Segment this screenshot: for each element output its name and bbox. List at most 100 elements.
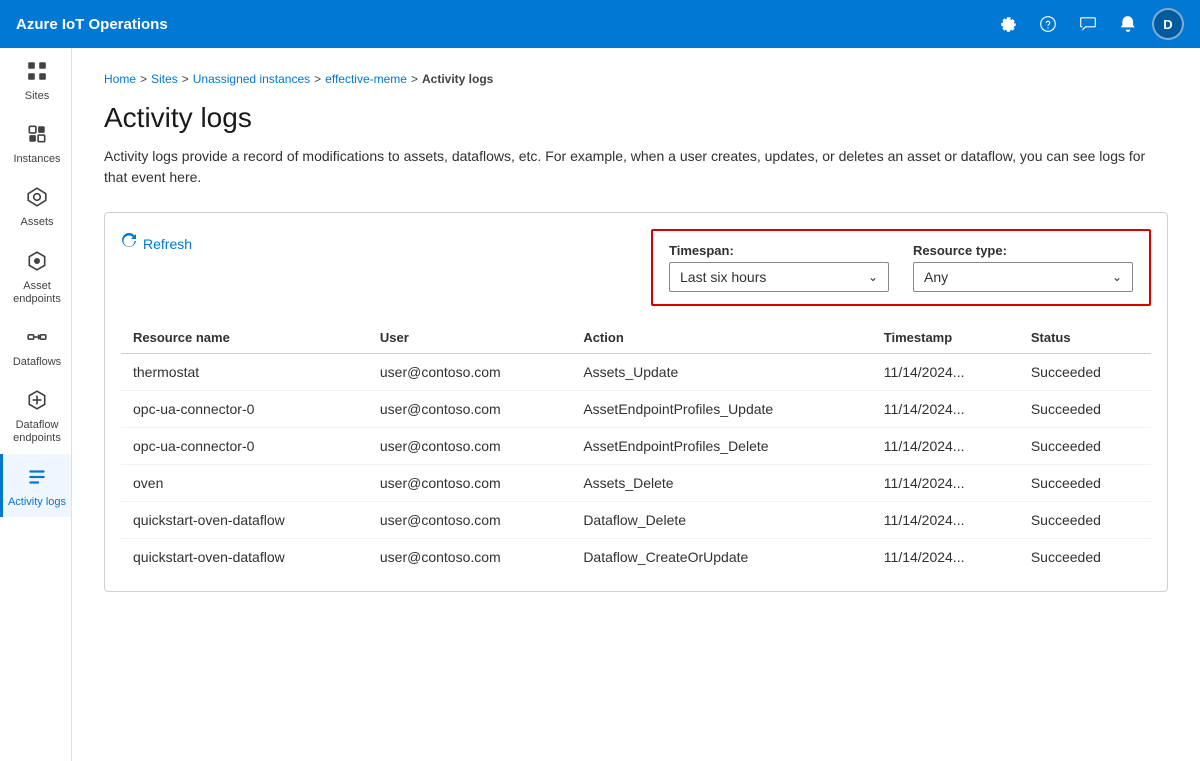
breadcrumb-sites[interactable]: Sites	[151, 72, 178, 86]
cell-timestamp: 11/14/2024...	[872, 465, 1019, 502]
page-description: Activity logs provide a record of modifi…	[104, 146, 1168, 188]
col-action: Action	[571, 322, 871, 354]
breadcrumb-sep-4: >	[411, 72, 418, 86]
cell-user: user@contoso.com	[368, 391, 571, 428]
cell-status: Succeeded	[1019, 539, 1151, 576]
cell-resource-name[interactable]: opc-ua-connector-0	[121, 428, 368, 465]
cell-status: Succeeded	[1019, 428, 1151, 465]
sidebar-item-instances-label: Instances	[13, 153, 60, 166]
cell-resource-name[interactable]: quickstart-oven-dataflow	[121, 539, 368, 576]
breadcrumb: Home > Sites > Unassigned instances > ef…	[104, 72, 1168, 86]
breadcrumb-home[interactable]: Home	[104, 72, 136, 86]
main-content: Home > Sites > Unassigned instances > ef…	[72, 48, 1200, 761]
col-resource-name: Resource name	[121, 322, 368, 354]
cell-user: user@contoso.com	[368, 354, 571, 391]
table-row: quickstart-oven-dataflow user@contoso.co…	[121, 539, 1151, 576]
nav-icons: D	[992, 8, 1184, 40]
sidebar-item-activity-logs[interactable]: Activity logs	[0, 454, 71, 517]
table-toolbar: Refresh Timespan: Last six hours ⌄ Resou…	[121, 229, 1151, 306]
activity-logs-icon	[26, 466, 48, 492]
table-row: opc-ua-connector-0 user@contoso.com Asse…	[121, 391, 1151, 428]
resource-type-select[interactable]: Any ⌄	[913, 262, 1133, 292]
sidebar-item-activity-logs-label: Activity logs	[8, 496, 66, 509]
cell-timestamp: 11/14/2024...	[872, 354, 1019, 391]
page-title: Activity logs	[104, 102, 1168, 134]
table-card: Refresh Timespan: Last six hours ⌄ Resou…	[104, 212, 1168, 592]
settings-icon[interactable]	[992, 8, 1024, 40]
user-avatar[interactable]: D	[1152, 8, 1184, 40]
help-icon[interactable]	[1032, 8, 1064, 40]
sidebar-item-dataflow-endpoints-label: Dataflow endpoints	[7, 419, 67, 445]
table-row: opc-ua-connector-0 user@contoso.com Asse…	[121, 428, 1151, 465]
timespan-filter: Timespan: Last six hours ⌄	[669, 243, 889, 292]
table-row: thermostat user@contoso.com Assets_Updat…	[121, 354, 1151, 391]
sidebar-item-asset-endpoints-label: Asset endpoints	[7, 280, 67, 306]
asset-endpoints-icon	[26, 250, 48, 276]
top-nav: Azure IoT Operations D	[0, 0, 1200, 48]
col-status: Status	[1019, 322, 1151, 354]
feedback-icon[interactable]	[1072, 8, 1104, 40]
cell-resource-name[interactable]: opc-ua-connector-0	[121, 391, 368, 428]
sidebar-item-assets-label: Assets	[20, 216, 53, 229]
breadcrumb-sep-1: >	[140, 72, 147, 86]
cell-status: Succeeded	[1019, 354, 1151, 391]
resource-type-label: Resource type:	[913, 243, 1133, 258]
sidebar-item-dataflows-label: Dataflows	[13, 356, 61, 369]
notification-icon[interactable]	[1112, 8, 1144, 40]
cell-action: Assets_Delete	[571, 465, 871, 502]
table-row: quickstart-oven-dataflow user@contoso.co…	[121, 502, 1151, 539]
timespan-value: Last six hours	[680, 269, 766, 285]
cell-action: AssetEndpointProfiles_Delete	[571, 428, 871, 465]
cell-user: user@contoso.com	[368, 539, 571, 576]
resource-type-value: Any	[924, 269, 948, 285]
sidebar: Sites Instances Assets Asset endpoints D…	[0, 48, 72, 761]
cell-resource-name[interactable]: quickstart-oven-dataflow	[121, 502, 368, 539]
app-body: Sites Instances Assets Asset endpoints D…	[0, 48, 1200, 761]
resource-type-filter: Resource type: Any ⌄	[913, 243, 1133, 292]
timespan-chevron-icon: ⌄	[868, 270, 878, 284]
table-row: oven user@contoso.com Assets_Delete 11/1…	[121, 465, 1151, 502]
breadcrumb-effective-meme[interactable]: effective-meme	[325, 72, 407, 86]
refresh-button[interactable]: Refresh	[121, 229, 192, 258]
sidebar-item-assets[interactable]: Assets	[0, 174, 71, 237]
breadcrumb-sep-3: >	[314, 72, 321, 86]
cell-action[interactable]: Dataflow_CreateOrUpdate	[571, 539, 871, 576]
cell-action: Assets_Update	[571, 354, 871, 391]
cell-action: AssetEndpointProfiles_Update	[571, 391, 871, 428]
sidebar-item-dataflow-endpoints[interactable]: Dataflow endpoints	[0, 377, 71, 453]
cell-timestamp: 11/14/2024...	[872, 428, 1019, 465]
timespan-label: Timespan:	[669, 243, 889, 258]
sidebar-item-sites-label: Sites	[25, 90, 49, 103]
app-title: Azure IoT Operations	[16, 16, 992, 33]
activity-logs-table: Resource name User Action Timestamp Stat…	[121, 322, 1151, 575]
sites-icon	[26, 60, 48, 86]
refresh-label: Refresh	[143, 236, 192, 252]
col-user: User	[368, 322, 571, 354]
dataflows-icon	[26, 326, 48, 352]
cell-status: Succeeded	[1019, 465, 1151, 502]
sidebar-item-sites[interactable]: Sites	[0, 48, 71, 111]
resource-type-chevron-icon: ⌄	[1112, 270, 1122, 284]
sidebar-item-dataflows[interactable]: Dataflows	[0, 314, 71, 377]
sidebar-item-instances[interactable]: Instances	[0, 111, 71, 174]
breadcrumb-unassigned[interactable]: Unassigned instances	[193, 72, 310, 86]
cell-user: user@contoso.com	[368, 428, 571, 465]
assets-icon	[26, 186, 48, 212]
cell-resource-name[interactable]: oven	[121, 465, 368, 502]
cell-status: Succeeded	[1019, 391, 1151, 428]
cell-timestamp: 11/14/2024...	[872, 391, 1019, 428]
cell-timestamp: 11/14/2024...	[872, 502, 1019, 539]
sidebar-item-asset-endpoints[interactable]: Asset endpoints	[0, 238, 71, 314]
filters-group: Timespan: Last six hours ⌄ Resource type…	[651, 229, 1151, 306]
breadcrumb-sep-2: >	[182, 72, 189, 86]
col-timestamp: Timestamp	[872, 322, 1019, 354]
dataflow-endpoints-icon	[26, 389, 48, 415]
breadcrumb-current: Activity logs	[422, 72, 493, 86]
cell-action[interactable]: Dataflow_Delete	[571, 502, 871, 539]
cell-resource-name[interactable]: thermostat	[121, 354, 368, 391]
timespan-select[interactable]: Last six hours ⌄	[669, 262, 889, 292]
cell-timestamp: 11/14/2024...	[872, 539, 1019, 576]
refresh-icon	[121, 233, 137, 254]
instances-icon	[26, 123, 48, 149]
cell-status: Succeeded	[1019, 502, 1151, 539]
